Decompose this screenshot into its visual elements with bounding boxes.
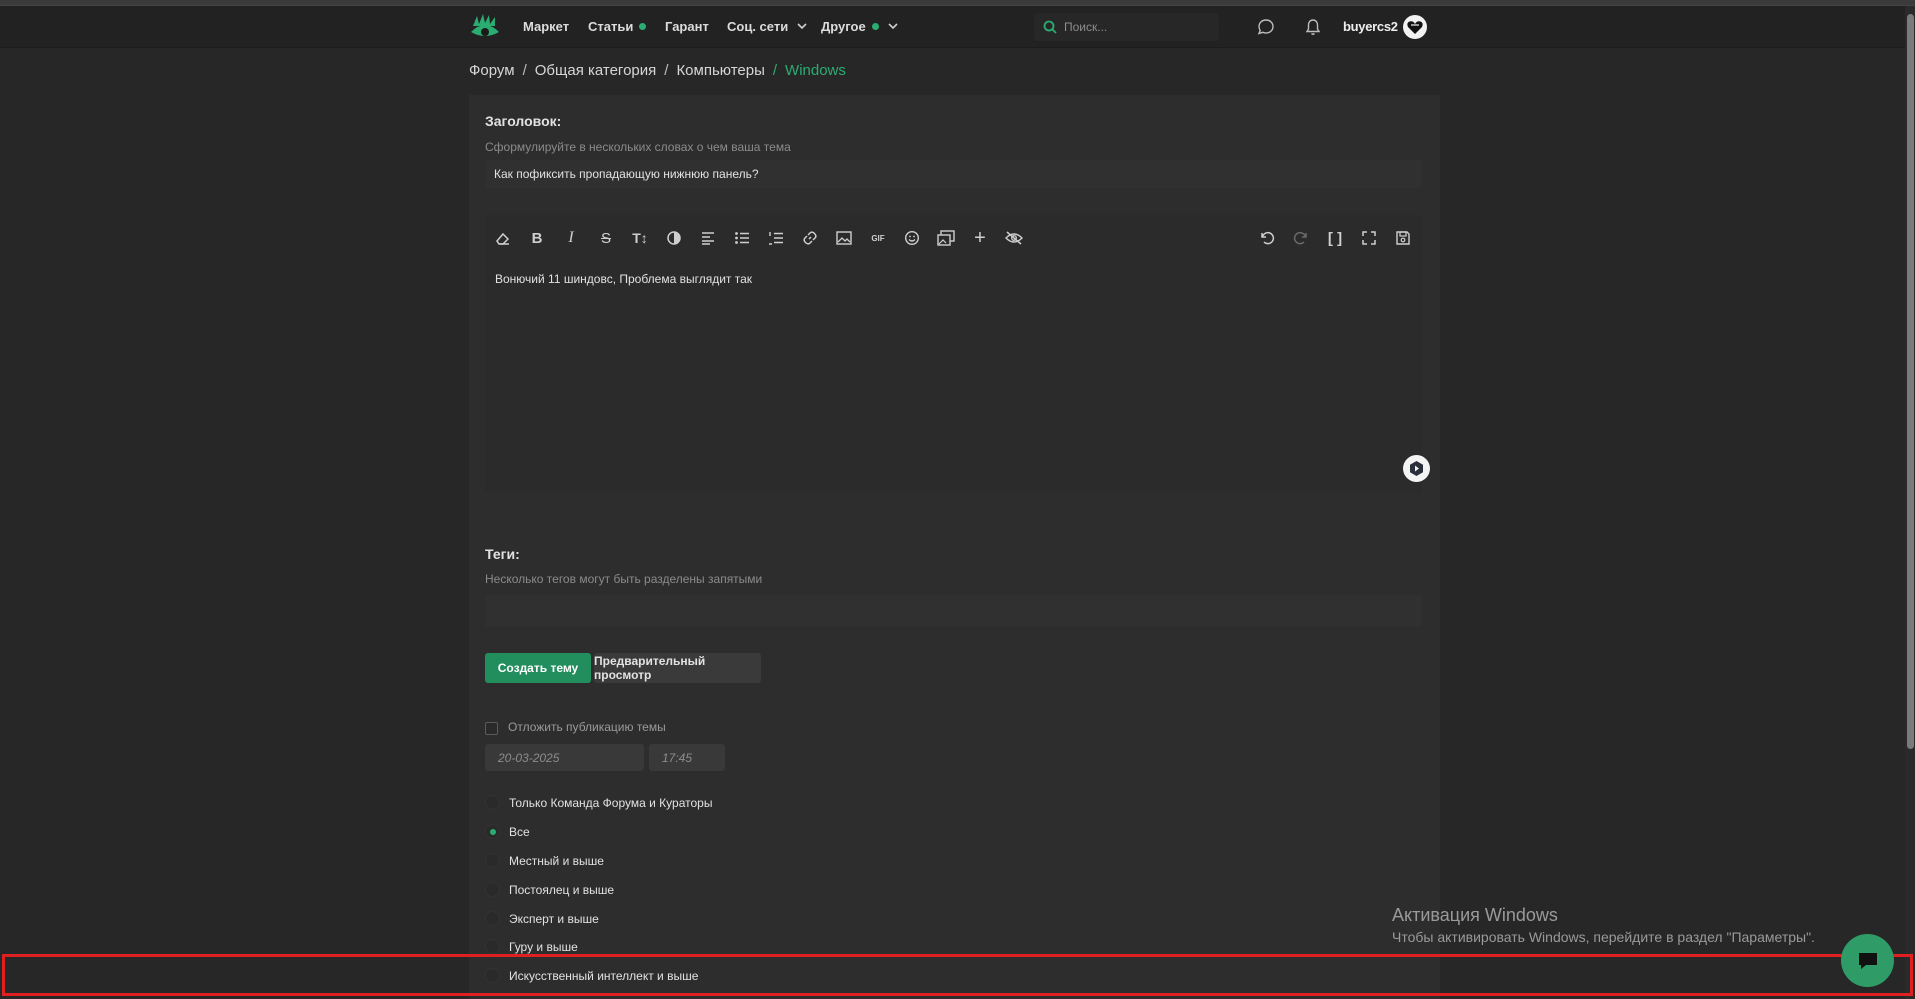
align-icon[interactable] [697,227,719,249]
eraser-icon[interactable] [492,227,514,249]
preview-button[interactable]: Предварительный просмотр [594,653,761,683]
grammar-assistant-button[interactable] [1403,455,1430,482]
tags-field[interactable] [485,595,1422,627]
search-input[interactable]: Поиск... [1034,13,1219,41]
breadcrumb-general[interactable]: Общая категория [535,62,657,79]
highlight-box [2,954,1913,996]
create-thread-button[interactable]: Создать тему [485,653,591,683]
new-indicator-dot [639,23,647,30]
visibility-option-label[interactable]: Постоялец и выше [509,883,614,897]
hide-icon[interactable] [1003,227,1025,249]
redo-icon [1290,227,1312,249]
windows-activation-watermark: Активация Windows Чтобы активировать Win… [1392,905,1815,945]
assistant-icon [1410,461,1423,476]
avatar[interactable] [1403,15,1427,39]
italic-icon[interactable]: I [560,227,582,249]
visibility-option-label[interactable]: Только Команда Форума и Кураторы [509,796,712,810]
delay-publish-label[interactable]: Отложить публикацию темы [508,720,666,734]
eye-logo-icon[interactable] [469,14,501,40]
visibility-option-label[interactable]: Все [509,825,530,839]
breadcrumb-forum[interactable]: Форум [469,62,515,79]
radio-button[interactable] [485,939,500,954]
visibility-option-label[interactable]: Местный и выше [509,854,604,868]
breadcrumb-computers[interactable]: Компьютеры [676,62,764,79]
link-icon[interactable] [799,227,821,249]
breadcrumb-separator: / [522,62,527,79]
save-draft-icon[interactable] [1392,227,1414,249]
title-field[interactable]: Как пофиксить пропадающую нижнюю панель? [485,160,1422,188]
visibility-option-label[interactable]: Эксперт и выше [509,912,599,926]
publish-date-field[interactable]: 20-03-2025 [485,744,644,771]
publish-time-field[interactable]: 17:45 [649,744,725,771]
tags-label: Теги: [485,546,520,562]
chevron-down-icon [888,23,898,30]
visibility-option-label[interactable]: Гуру и выше [509,940,578,954]
gallery-icon[interactable] [935,227,957,249]
numbered-list-icon[interactable] [765,227,787,249]
bullet-list-icon[interactable] [731,227,753,249]
radio-button[interactable] [485,824,500,839]
chat-icon [1858,952,1877,969]
radio-button[interactable] [485,882,500,897]
nav-other[interactable]: Другое [821,19,898,34]
radio-button[interactable] [485,795,500,810]
breadcrumb-separator: / [664,62,669,79]
page-scrollbar[interactable] [1905,6,1915,999]
breadcrumb-separator: / [772,62,778,79]
time-value: 17:45 [662,751,693,765]
watermark-title: Активация Windows [1392,905,1558,925]
image-icon[interactable] [833,227,855,249]
editor-content[interactable]: Вонючий 11 шиндовс, Проблема выглядит та… [495,272,752,286]
color-icon[interactable] [663,227,685,249]
undo-icon[interactable] [1256,227,1278,249]
nav-social[interactable]: Соц. сети [727,19,807,34]
title-value: Как пофиксить пропадающую нижнюю панель? [494,167,759,181]
username[interactable]: buyercs2 [1343,19,1398,34]
title-hint: Сформулируйте в нескольких словах о чем … [485,140,791,154]
plus-icon[interactable]: + [969,227,991,249]
heart-avatar-icon [1407,21,1423,34]
chat-bubble-icon[interactable] [1257,18,1275,36]
new-indicator-dot [871,23,879,30]
create-thread-form: Заголовок: Сформулируйте в нескольких сл… [469,95,1440,999]
emoji-icon[interactable] [901,227,923,249]
fullscreen-icon[interactable] [1358,227,1380,249]
strikethrough-icon[interactable]: S [595,227,617,249]
date-value: 20-03-2025 [498,751,560,765]
nav-guarantor[interactable]: Гарант [665,19,709,34]
bell-icon[interactable] [1304,18,1322,36]
breadcrumb-current[interactable]: Windows [785,62,846,79]
radio-button[interactable] [485,853,500,868]
breadcrumb: Форум / Общая категория / Компьютеры / Windows [469,62,846,79]
brackets-icon[interactable]: [ ] [1324,227,1346,249]
watermark-subtitle: Чтобы активировать Windows, перейдите в … [1392,929,1815,945]
search-icon [1043,20,1057,34]
tags-hint: Несколько тегов могут быть разделены зап… [485,572,763,586]
bold-icon[interactable]: B [526,227,548,249]
nav-articles[interactable]: Статьи [588,19,647,34]
chat-fab-button[interactable] [1841,934,1894,987]
scrollbar-thumb[interactable] [1907,14,1914,749]
title-label: Заголовок: [485,113,562,129]
chevron-down-icon [797,23,807,30]
rich-text-editor[interactable]: B I S T↕ GIF + [ ] Вонючий 11 шиндовс, П… [485,215,1430,493]
delay-publish-checkbox[interactable] [485,722,498,735]
search-placeholder: Поиск... [1064,20,1108,34]
nav-market[interactable]: Маркет [523,19,569,34]
radio-button[interactable] [485,911,500,926]
gif-icon[interactable]: GIF [867,227,889,249]
top-navbar: Маркет Статьи Гарант Соц. сети Другое По… [0,6,1905,48]
text-size-icon[interactable]: T↕ [629,227,651,249]
